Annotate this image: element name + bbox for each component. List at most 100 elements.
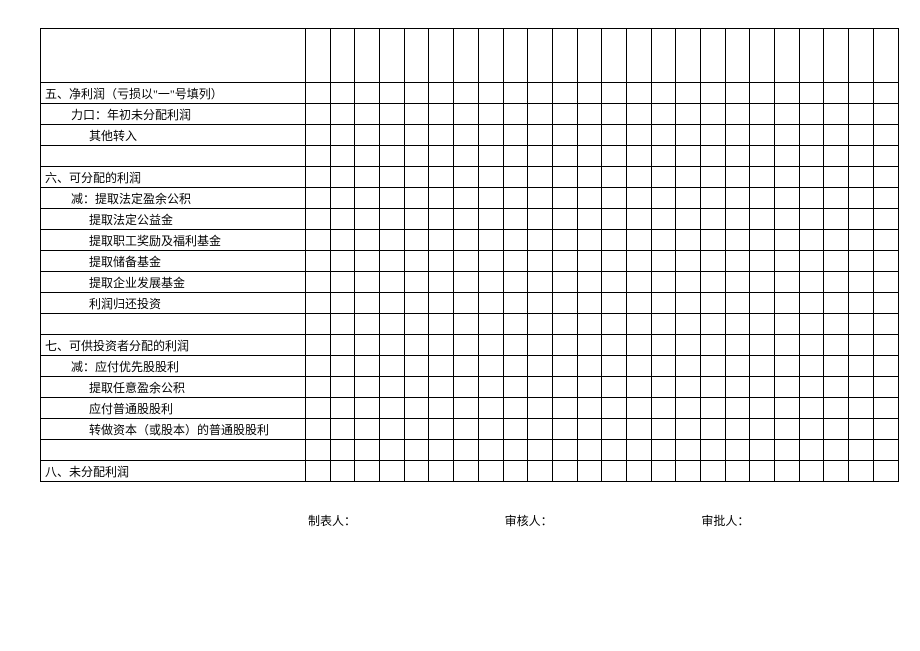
data-cell xyxy=(577,272,602,293)
data-cell xyxy=(503,104,528,125)
data-cell xyxy=(503,419,528,440)
data-cell xyxy=(873,29,898,83)
data-cell xyxy=(454,188,479,209)
data-cell xyxy=(849,356,874,377)
table-row: 转做资本（或股本）的普通股股利 xyxy=(41,419,899,440)
data-cell xyxy=(626,209,651,230)
data-cell xyxy=(626,314,651,335)
data-cell xyxy=(849,125,874,146)
data-cell xyxy=(355,83,380,104)
table-row: 减：提取法定盈余公积 xyxy=(41,188,899,209)
table-row: 八、未分配利润 xyxy=(41,461,899,482)
data-cell xyxy=(454,356,479,377)
data-cell xyxy=(330,335,355,356)
table-row: 提取储备基金 xyxy=(41,251,899,272)
data-cell xyxy=(380,419,405,440)
data-cell xyxy=(404,461,429,482)
data-cell xyxy=(306,398,331,419)
data-cell xyxy=(380,356,405,377)
data-cell xyxy=(404,314,429,335)
data-cell xyxy=(429,29,454,83)
data-cell xyxy=(503,230,528,251)
data-cell xyxy=(454,440,479,461)
data-cell xyxy=(577,209,602,230)
data-cell xyxy=(824,209,849,230)
data-cell xyxy=(577,125,602,146)
data-cell xyxy=(626,461,651,482)
data-cell xyxy=(849,419,874,440)
data-cell xyxy=(380,209,405,230)
data-cell xyxy=(429,356,454,377)
data-cell xyxy=(380,146,405,167)
data-cell xyxy=(750,398,775,419)
data-cell xyxy=(626,335,651,356)
data-cell xyxy=(478,209,503,230)
table-row: 减：应付优先股股利 xyxy=(41,356,899,377)
data-cell xyxy=(873,209,898,230)
data-cell xyxy=(380,314,405,335)
data-cell xyxy=(799,335,824,356)
data-cell xyxy=(602,440,627,461)
data-cell xyxy=(873,398,898,419)
data-cell xyxy=(676,293,701,314)
data-cell xyxy=(478,377,503,398)
data-cell xyxy=(750,29,775,83)
data-cell xyxy=(849,29,874,83)
data-cell xyxy=(454,83,479,104)
data-cell xyxy=(355,461,380,482)
data-cell xyxy=(602,188,627,209)
data-cell xyxy=(775,188,800,209)
data-cell xyxy=(478,83,503,104)
data-cell xyxy=(552,104,577,125)
data-cell xyxy=(750,125,775,146)
data-cell xyxy=(626,104,651,125)
data-cell xyxy=(306,293,331,314)
data-cell xyxy=(849,377,874,398)
data-cell xyxy=(873,188,898,209)
data-cell xyxy=(824,83,849,104)
data-cell xyxy=(725,377,750,398)
data-cell xyxy=(676,146,701,167)
data-cell xyxy=(478,29,503,83)
data-cell xyxy=(404,398,429,419)
data-cell xyxy=(404,293,429,314)
data-cell xyxy=(552,356,577,377)
data-cell xyxy=(799,314,824,335)
data-cell xyxy=(577,314,602,335)
approver-label: 审批人： xyxy=(701,512,898,529)
row-label xyxy=(41,440,306,461)
data-cell xyxy=(355,440,380,461)
data-cell xyxy=(355,398,380,419)
data-cell xyxy=(676,398,701,419)
row-label: 减：提取法定盈余公积 xyxy=(41,188,306,209)
data-cell xyxy=(750,251,775,272)
data-cell xyxy=(725,188,750,209)
data-cell xyxy=(750,167,775,188)
data-cell xyxy=(380,293,405,314)
data-cell xyxy=(429,209,454,230)
data-cell xyxy=(380,125,405,146)
data-cell xyxy=(528,83,553,104)
data-cell xyxy=(503,29,528,83)
data-cell xyxy=(873,335,898,356)
table-row: 提取法定公益金 xyxy=(41,209,899,230)
table-row xyxy=(41,440,899,461)
data-cell xyxy=(849,83,874,104)
data-cell xyxy=(577,83,602,104)
data-cell xyxy=(552,419,577,440)
data-cell xyxy=(478,461,503,482)
data-cell xyxy=(577,293,602,314)
data-cell xyxy=(404,356,429,377)
row-label: 提取储备基金 xyxy=(41,251,306,272)
data-cell xyxy=(701,83,726,104)
data-cell xyxy=(503,167,528,188)
data-cell xyxy=(701,314,726,335)
data-cell xyxy=(824,146,849,167)
data-cell xyxy=(306,167,331,188)
data-cell xyxy=(306,461,331,482)
data-cell xyxy=(626,230,651,251)
data-cell xyxy=(552,314,577,335)
data-cell xyxy=(626,83,651,104)
data-cell xyxy=(824,335,849,356)
data-cell xyxy=(503,335,528,356)
